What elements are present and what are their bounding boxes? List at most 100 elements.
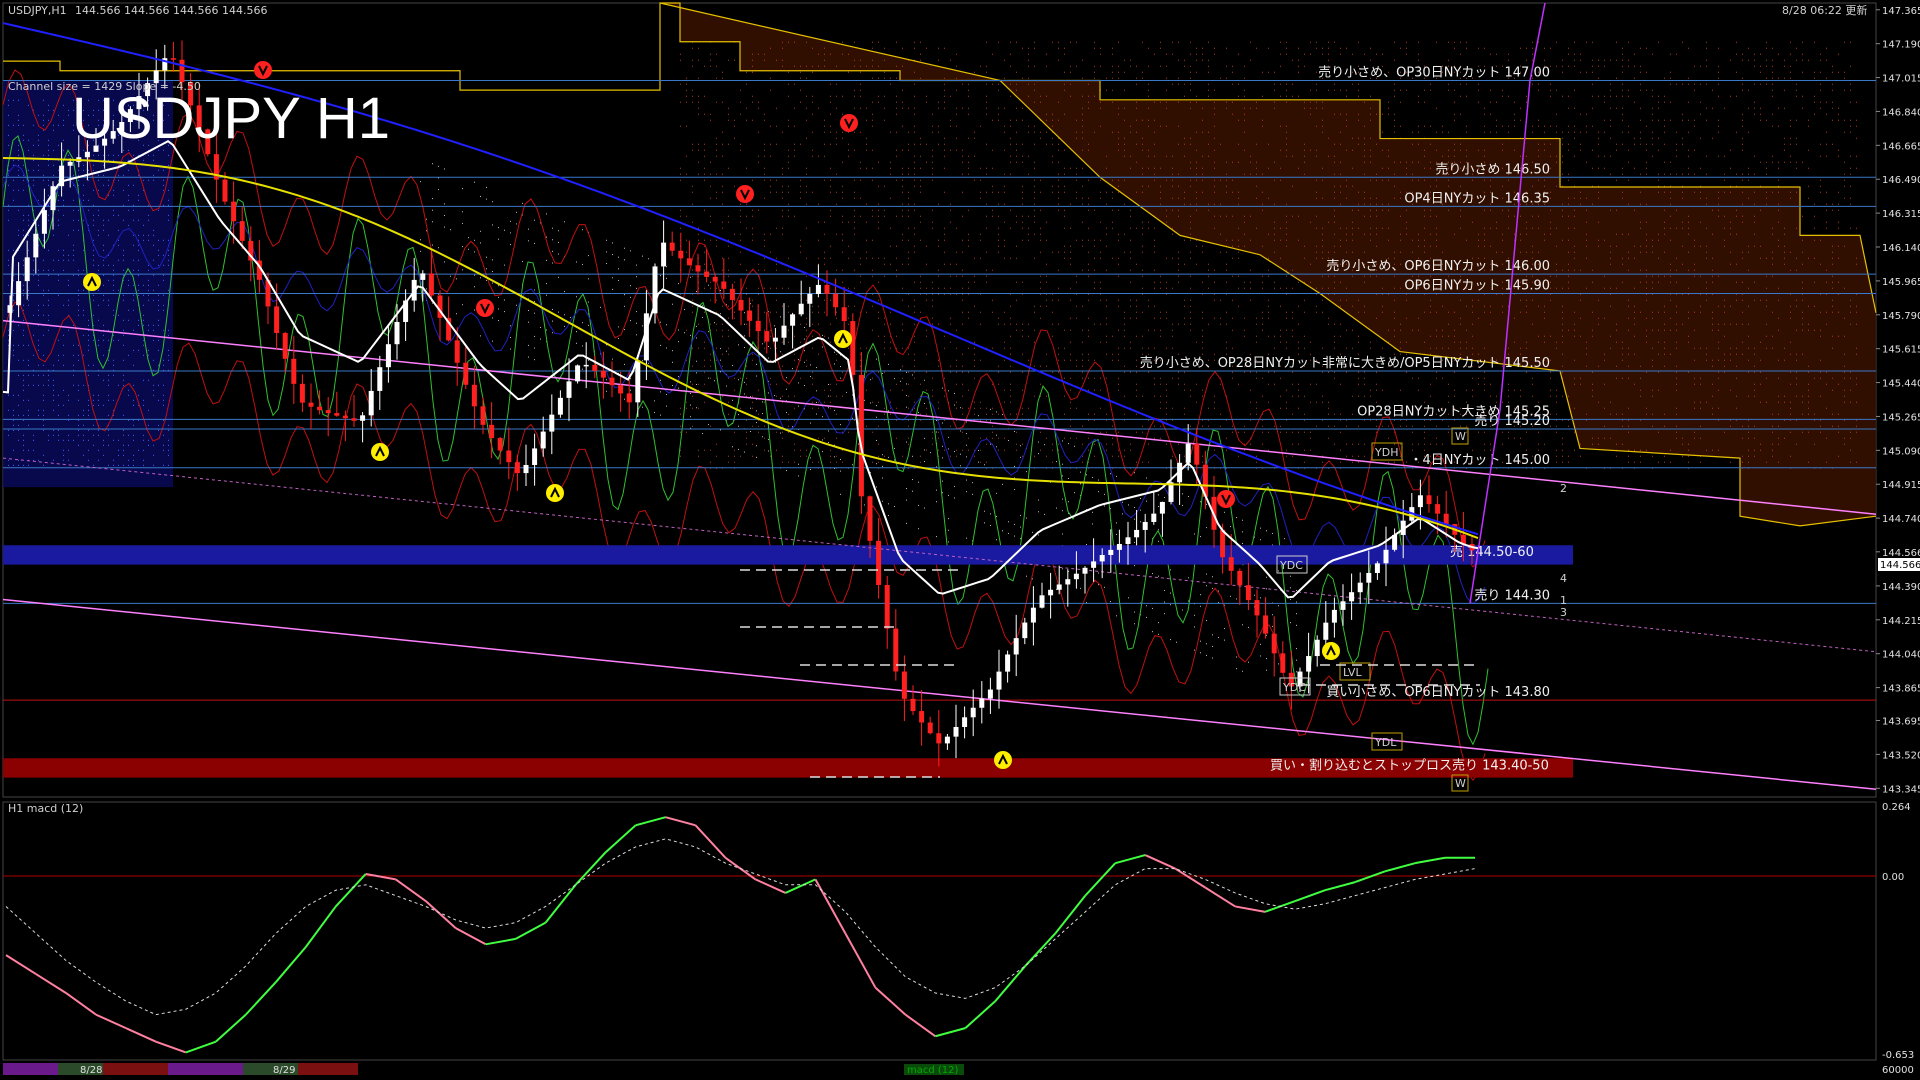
kumo-dot [812, 402, 813, 403]
kumo-dot [1754, 102, 1755, 103]
kumo-dot [1154, 438, 1155, 439]
kumo-dot [1334, 342, 1335, 343]
kumo-dot [818, 324, 819, 325]
kumo-dot [1370, 48, 1371, 49]
kumo-dot [1340, 420, 1341, 421]
kumo-dot [1094, 210, 1095, 211]
kumo-dot [788, 210, 789, 211]
kumo-dot [872, 240, 873, 241]
kumo-dot [1760, 114, 1761, 115]
kumo-dot [1358, 378, 1359, 379]
kumo-dot [1352, 54, 1353, 55]
kumo-dot [1304, 258, 1305, 259]
kumo-dot [1730, 168, 1731, 169]
kumo-dot [1772, 162, 1773, 163]
kumo-dot [1094, 132, 1095, 133]
kumo-dot [680, 126, 681, 127]
kumo-dot [1592, 384, 1593, 385]
kumo-dot [1796, 168, 1797, 169]
kumo-dot [1436, 444, 1437, 445]
kumo-dot [1496, 54, 1497, 55]
kumo-dot [692, 408, 693, 409]
kumo-dot [1334, 246, 1335, 247]
kumo-dot [860, 258, 861, 259]
kumo-dot [842, 186, 843, 187]
kumo-dot [1040, 252, 1041, 253]
kumo-dot [1688, 336, 1689, 337]
kumo-dot [1082, 198, 1083, 199]
kumo-dot [1748, 90, 1749, 91]
kumo-dot [1094, 456, 1095, 457]
kumo-dot [746, 438, 747, 439]
kumo-dot [1538, 156, 1539, 157]
kumo-dot [854, 198, 855, 199]
kumo-dot [1142, 426, 1143, 427]
kumo-dot [992, 384, 993, 385]
kumo-dot [1448, 186, 1449, 187]
kumo-dot [1604, 132, 1605, 133]
kumo-dot [1724, 192, 1725, 193]
kumo-dot [956, 348, 957, 349]
kumo-dot [980, 462, 981, 463]
kumo-dot [1646, 144, 1647, 145]
kumo-dot [944, 78, 945, 79]
kumo-dot [1664, 252, 1665, 253]
kumo-dot [1208, 66, 1209, 67]
kumo-dot [1544, 342, 1545, 343]
kumo-dot [896, 420, 897, 421]
kumo-dot [1622, 342, 1623, 343]
kumo-dot [1184, 390, 1185, 391]
kumo-dot [1154, 180, 1155, 181]
kumo-dot [830, 126, 831, 127]
kumo-dot [1742, 426, 1743, 427]
kumo-dot [698, 162, 699, 163]
kumo-dot [728, 330, 729, 331]
kumo-dot [1430, 420, 1431, 421]
kumo-dot [728, 246, 729, 247]
kumo-dot [842, 462, 843, 463]
kumo-dot [1856, 348, 1857, 349]
kumo-dot [950, 318, 951, 319]
kumo-dot [1550, 192, 1551, 193]
kumo-dot [1226, 174, 1227, 175]
kumo-dot [1334, 42, 1335, 43]
kumo-dot [1208, 324, 1209, 325]
kumo-dot [1634, 54, 1635, 55]
kumo-dot [1154, 330, 1155, 331]
kumo-dot [962, 324, 963, 325]
kumo-dot [1670, 270, 1671, 271]
kumo-dot [1754, 84, 1755, 85]
kumo-dot [1274, 372, 1275, 373]
kumo-dot [1466, 126, 1467, 127]
kumo-dot [1436, 150, 1437, 151]
kumo-dot [914, 162, 915, 163]
kumo-dot [932, 300, 933, 301]
kumo-dot [1190, 54, 1191, 55]
kumo-dot [1622, 90, 1623, 91]
kumo-dot [1118, 186, 1119, 187]
kumo-dot [746, 228, 747, 229]
kumo-dot [1142, 168, 1143, 169]
kumo-dot [1754, 246, 1755, 247]
kumo-dot [1802, 42, 1803, 43]
kumo-dot [1718, 324, 1719, 325]
kumo-dot [1748, 270, 1749, 271]
kumo-dot [722, 222, 723, 223]
kumo-dot [1550, 210, 1551, 211]
kumo-dot [1772, 48, 1773, 49]
kumo-dot [1658, 174, 1659, 175]
kumo-dot [1622, 60, 1623, 61]
kumo-dot [1280, 168, 1281, 169]
kumo-dot [884, 108, 885, 109]
kumo-dot [1628, 366, 1629, 367]
kumo-dot [1046, 144, 1047, 145]
kumo-dot [1412, 450, 1413, 451]
kumo-dot [1574, 210, 1575, 211]
kumo-dot [1100, 390, 1101, 391]
kumo-dot [1562, 372, 1563, 373]
kumo-dot [926, 372, 927, 373]
kumo-dot [704, 180, 705, 181]
kumo-dot [1190, 204, 1191, 205]
kumo-dot [1214, 138, 1215, 139]
kumo-dot [1796, 258, 1797, 259]
